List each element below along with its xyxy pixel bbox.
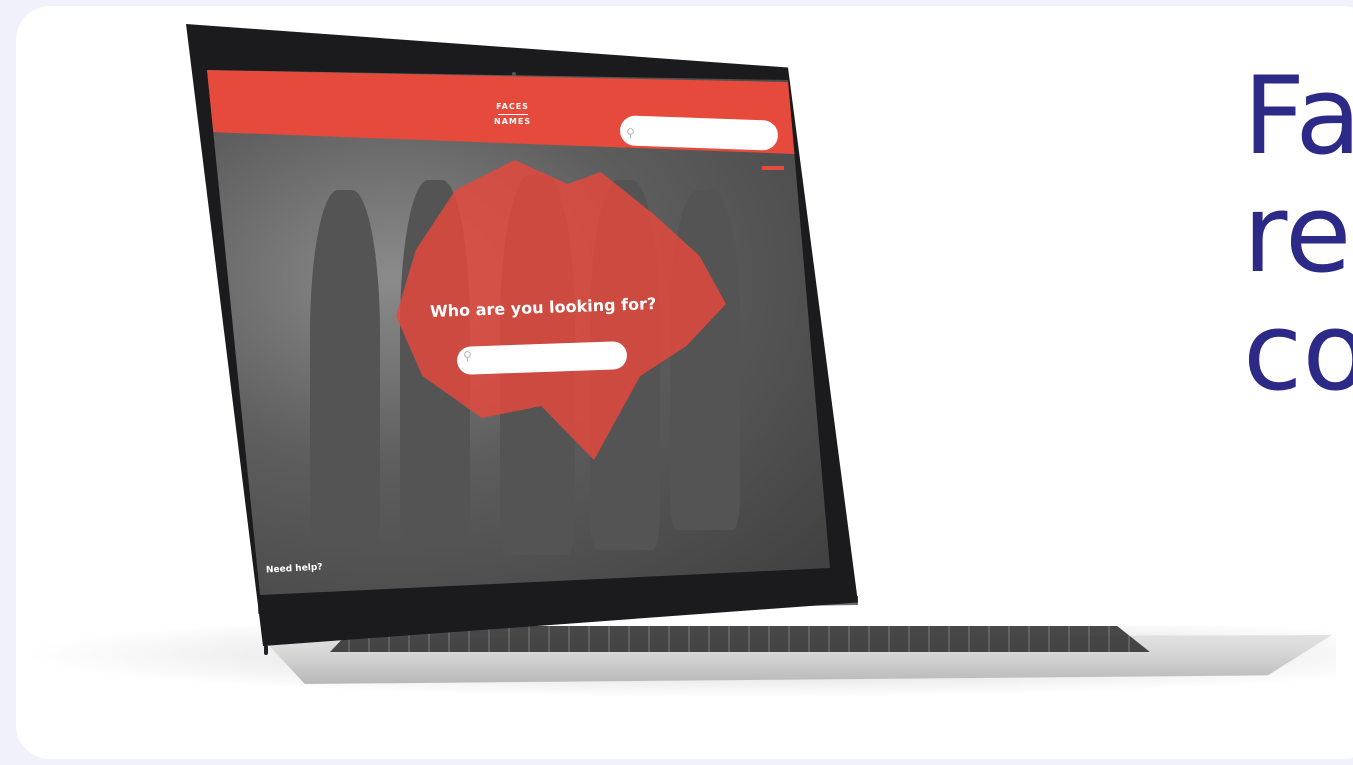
headline-line-2: re	[1243, 172, 1352, 297]
header-corner-link[interactable]	[762, 166, 784, 170]
headline-line-3: co	[1243, 290, 1353, 415]
header-search-input[interactable]	[619, 115, 779, 151]
hero-search-input[interactable]	[456, 341, 628, 375]
laptop-port	[264, 645, 268, 655]
search-icon: ⚲	[626, 126, 635, 140]
headline-line-1: Fa	[1243, 54, 1353, 179]
site-logo[interactable]: FACES NAMES	[494, 101, 531, 128]
search-icon: ⚲	[463, 349, 472, 363]
slide-headline: Fa re co	[1243, 58, 1353, 412]
